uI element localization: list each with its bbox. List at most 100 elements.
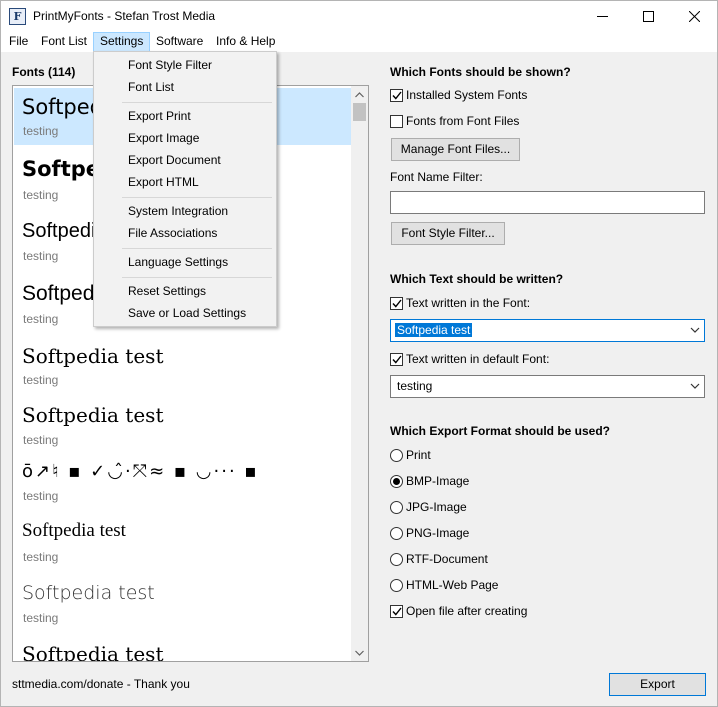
menu-item-export-html[interactable]: Export HTML	[128, 175, 199, 189]
font-sample: ō↗♮ ▪ ✓◡̂·⤧≈ ▪ ◡··· ▪	[22, 461, 259, 482]
font-list-scrollbar[interactable]	[351, 86, 368, 661]
font-sample: Softpedia test	[22, 582, 155, 604]
close-button[interactable]	[671, 1, 717, 32]
installed-fonts-checkbox-row[interactable]: Installed System Fonts	[390, 87, 527, 103]
menu-item-export-image[interactable]: Export Image	[128, 131, 199, 145]
font-list-item[interactable]: Softpedia test testing	[14, 392, 351, 452]
open-after-label: Open file after creating	[406, 604, 528, 618]
maximize-button[interactable]	[625, 1, 671, 32]
font-name-filter-input[interactable]	[390, 191, 705, 214]
text-in-font-checkbox[interactable]	[390, 296, 403, 310]
checkmark-icon	[391, 299, 402, 308]
radio-rtf-label: RTF-Document	[406, 552, 488, 566]
installed-fonts-checkbox[interactable]	[390, 88, 403, 102]
radio-png-row[interactable]: PNG-Image	[390, 525, 469, 541]
menu-item-language-settings[interactable]: Language Settings	[128, 255, 228, 269]
radio-rtf-row[interactable]: RTF-Document	[390, 551, 488, 567]
menu-item-export-print[interactable]: Export Print	[128, 109, 191, 123]
menu-file[interactable]: File	[3, 32, 34, 52]
chevron-down-icon[interactable]	[690, 327, 700, 333]
menu-item-system-integration[interactable]: System Integration	[128, 204, 228, 218]
radio-jpg-row[interactable]: JPG-Image	[390, 499, 467, 515]
menu-font-list[interactable]: Font List	[35, 32, 93, 52]
scroll-down-button[interactable]	[351, 644, 368, 661]
text-in-font-label: Text written in the Font:	[406, 296, 531, 310]
radio-jpg[interactable]	[390, 500, 403, 514]
text-default-checkbox[interactable]	[390, 352, 403, 366]
font-name-filter-label: Font Name Filter:	[390, 170, 483, 184]
font-desc: testing	[23, 433, 59, 447]
font-list-item[interactable]: Softpedia test testing	[14, 512, 351, 572]
export-button[interactable]: Export	[609, 673, 706, 696]
radio-print[interactable]	[390, 448, 403, 462]
chevron-down-icon[interactable]	[690, 383, 700, 389]
menu-bar: File Font List Settings Software Info & …	[1, 32, 717, 52]
chevron-up-icon	[355, 91, 364, 97]
menu-item-save-load-settings[interactable]: Save or Load Settings	[128, 306, 246, 320]
checkmark-icon	[391, 607, 402, 616]
text-default-value: testing	[397, 379, 433, 393]
radio-bmp-row[interactable]: BMP-Image	[390, 473, 469, 489]
checkmark-icon	[391, 91, 402, 100]
font-files-checkbox[interactable]	[390, 114, 403, 128]
radio-png[interactable]	[390, 526, 403, 540]
font-list-item[interactable]: ō↗♮ ▪ ✓◡̂·⤧≈ ▪ ◡··· ▪ testing	[14, 452, 351, 510]
text-default-combobox[interactable]: testing	[390, 375, 705, 398]
radio-bmp[interactable]	[390, 474, 403, 488]
menu-software[interactable]: Software	[150, 32, 209, 52]
font-desc: testing	[23, 373, 59, 387]
menu-item-font-list[interactable]: Font List	[128, 80, 174, 94]
font-style-filter-button[interactable]: Font Style Filter...	[391, 222, 505, 245]
font-desc: testing	[23, 611, 59, 625]
checkmark-icon	[391, 355, 402, 364]
text-default-label: Text written in default Font:	[406, 352, 550, 366]
menu-info-help[interactable]: Info & Help	[210, 32, 281, 52]
menu-item-export-document[interactable]: Export Document	[128, 153, 221, 167]
radio-selected-dot	[393, 477, 400, 485]
window-title: PrintMyFonts - Stefan Trost Media	[33, 9, 216, 23]
radio-rtf[interactable]	[390, 552, 403, 566]
minimize-button[interactable]	[579, 1, 625, 32]
text-in-font-combobox[interactable]: Softpedia test	[390, 319, 705, 342]
scroll-up-button[interactable]	[351, 86, 368, 103]
app-logo-icon: F	[9, 8, 26, 25]
menu-separator	[122, 248, 272, 249]
radio-print-row[interactable]: Print	[390, 447, 431, 463]
which-fonts-heading: Which Fonts should be shown?	[390, 65, 571, 79]
menu-item-file-associations[interactable]: File Associations	[128, 226, 217, 240]
radio-jpg-label: JPG-Image	[406, 500, 467, 514]
app-window: F PrintMyFonts - Stefan Trost Media File…	[0, 0, 718, 707]
font-list-item[interactable]: Softpedia test testing	[14, 332, 351, 392]
radio-html[interactable]	[390, 578, 403, 592]
radio-html-row[interactable]: HTML-Web Page	[390, 577, 498, 593]
font-desc: testing	[23, 249, 59, 263]
menu-item-font-style-filter[interactable]: Font Style Filter	[128, 58, 212, 72]
menu-separator	[122, 102, 272, 103]
radio-html-label: HTML-Web Page	[406, 578, 499, 592]
open-after-checkbox[interactable]	[390, 604, 403, 618]
font-sample: Softpedia test	[22, 642, 164, 662]
menu-separator	[122, 197, 272, 198]
font-sample: Softpedia test	[22, 344, 164, 368]
close-icon	[688, 11, 700, 22]
font-list-item[interactable]: Softpedia test testing	[14, 573, 351, 633]
font-sample: Softpedia test	[22, 520, 126, 541]
font-files-checkbox-row[interactable]: Fonts from Font Files	[390, 113, 519, 129]
text-in-font-value: Softpedia test	[395, 323, 473, 337]
text-default-checkbox-row[interactable]: Text written in default Font:	[390, 351, 549, 367]
fonts-count-label: Fonts (114)	[12, 65, 76, 79]
installed-fonts-label: Installed System Fonts	[406, 88, 528, 102]
text-in-font-checkbox-row[interactable]: Text written in the Font:	[390, 295, 530, 311]
menu-settings[interactable]: Settings	[93, 32, 151, 52]
menu-item-reset-settings[interactable]: Reset Settings	[128, 284, 206, 298]
font-list-item[interactable]: Softpedia test	[14, 634, 351, 662]
font-files-label: Fonts from Font Files	[406, 114, 520, 128]
status-text: sttmedia.com/donate - Thank you	[12, 677, 190, 691]
manage-font-files-button[interactable]: Manage Font Files...	[391, 138, 520, 161]
title-bar: F PrintMyFonts - Stefan Trost Media	[1, 1, 717, 32]
export-format-heading: Which Export Format should be used?	[390, 424, 611, 438]
maximize-icon	[642, 11, 654, 22]
radio-bmp-label: BMP-Image	[406, 474, 470, 488]
scroll-thumb[interactable]	[353, 103, 366, 121]
open-after-checkbox-row[interactable]: Open file after creating	[390, 603, 527, 619]
